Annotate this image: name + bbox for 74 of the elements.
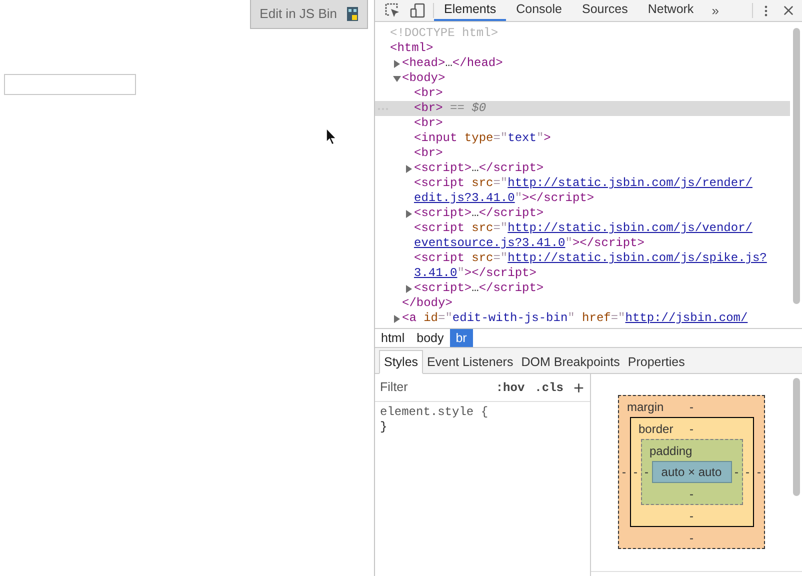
dom-node-line[interactable]: <script>…</script> — [414, 206, 544, 221]
breadcrumb-item[interactable]: body — [410, 329, 450, 347]
panel-tab[interactable]: Elements — [434, 0, 506, 21]
more-tabs-button[interactable]: » — [704, 0, 727, 21]
hover-state-button[interactable]: :hov — [496, 378, 525, 396]
dom-node-line[interactable]: <br> — [414, 146, 443, 161]
url-link[interactable]: edit.js?3.41.0 — [414, 191, 515, 205]
dom-node-line[interactable]: <br> — [414, 116, 443, 131]
dom-node-line[interactable]: <script>…</script> — [414, 281, 544, 296]
new-rule-button[interactable]: + — [569, 378, 584, 396]
url-link[interactable]: http://static.jsbin.com/js/render/ — [508, 176, 752, 190]
triangle-right-icon[interactable] — [405, 285, 413, 293]
rule-closing-brace: } — [380, 420, 388, 435]
triangle-down-icon[interactable] — [393, 75, 401, 83]
url-link[interactable]: eventsource.js?3.41.0 — [414, 236, 566, 250]
inspect-element-icon[interactable] — [385, 3, 400, 18]
mouse-pointer-icon — [326, 128, 337, 145]
box-label: padding — [648, 442, 692, 460]
dom-node-line[interactable]: <br> — [414, 86, 443, 101]
box-value: - — [632, 464, 638, 481]
dom-node-line[interactable]: <script src="http://static.jsbin.com/js/spike.js? — [414, 251, 767, 266]
sidebar-tab[interactable]: Styles — [379, 350, 424, 374]
box-value: - — [644, 464, 650, 481]
dom-node-line[interactable]: eventsource.js?3.41.0"></script> — [414, 236, 644, 251]
triangle-right-icon[interactable] — [405, 165, 413, 173]
sidebar-tab[interactable]: DOM Breakpoints — [517, 350, 624, 374]
breadcrumb-item[interactable]: br — [450, 329, 473, 347]
dom-node-line[interactable]: <input type="text"> — [414, 131, 551, 146]
class-button[interactable]: .cls — [530, 378, 564, 396]
url-link[interactable]: http://jsbin.com/ — [625, 311, 748, 325]
box-value: - — [734, 464, 740, 481]
rule-selector: element.style { — [380, 405, 490, 420]
dom-node-line[interactable]: <body> — [402, 71, 446, 86]
sidebar-tab[interactable]: Event Listeners — [423, 350, 518, 374]
breadcrumb-item[interactable]: html — [375, 329, 411, 347]
dom-node-line[interactable]: <html> — [390, 41, 434, 56]
dom-node-line[interactable]: <head>…</head> — [402, 56, 503, 71]
box-value: - — [621, 464, 627, 481]
box-value: - — [690, 398, 694, 416]
dom-node-line[interactable]: <br> == $0 — [414, 101, 486, 116]
text-input-field[interactable] — [4, 74, 136, 95]
panel-tab[interactable]: Network — [638, 0, 704, 21]
dom-node-line[interactable]: <script src="http://static.jsbin.com/js/vendor/ — [414, 221, 752, 236]
triangle-right-icon[interactable] — [405, 210, 413, 218]
triangle-right-icon[interactable] — [393, 315, 401, 323]
box-value: - — [690, 508, 694, 524]
box-value: - — [690, 420, 694, 438]
scrollbar-thumb[interactable] — [793, 378, 800, 496]
jsbin-logo-icon — [347, 7, 358, 21]
box-value: - — [756, 464, 762, 481]
filter-field[interactable]: Filter — [380, 378, 480, 397]
close-icon[interactable] — [781, 3, 796, 18]
dom-node-line[interactable]: </body> — [402, 296, 452, 311]
url-link[interactable]: 3.41.0 — [414, 266, 458, 280]
dom-node-line[interactable]: <script src="http://static.jsbin.com/js/render/ — [414, 176, 752, 191]
dom-node-line[interactable]: <a id="edit-with-js-bin" href="http://jsbin.com/ — [402, 311, 748, 326]
dom-node-line[interactable]: <script>…</script> — [414, 161, 544, 176]
content-size: auto × auto — [652, 461, 732, 483]
url-link[interactable]: http://static.jsbin.com/js/spike.js? — [508, 251, 767, 265]
box-value: - — [690, 486, 694, 502]
panel-tab[interactable]: Sources — [572, 0, 638, 21]
scrollbar-thumb[interactable] — [793, 28, 800, 304]
triangle-right-icon[interactable] — [393, 60, 401, 68]
device-toolbar-icon[interactable] — [410, 3, 425, 18]
box-value: - — [744, 464, 750, 481]
box-label: margin — [626, 398, 664, 416]
url-link[interactable]: http://static.jsbin.com/js/vendor/ — [508, 221, 752, 235]
box-label: border — [638, 420, 674, 438]
dom-node-line[interactable]: edit.js?3.41.0"></script> — [414, 191, 594, 206]
box-value: - — [690, 530, 694, 546]
dom-node-line[interactable]: 3.41.0"></script> — [414, 266, 536, 281]
edit-in-jsbin-button[interactable]: Edit in JS Bin — [250, 0, 368, 29]
panel-tab[interactable]: Console — [506, 0, 572, 21]
sidebar-tab[interactable]: Properties — [624, 350, 689, 374]
